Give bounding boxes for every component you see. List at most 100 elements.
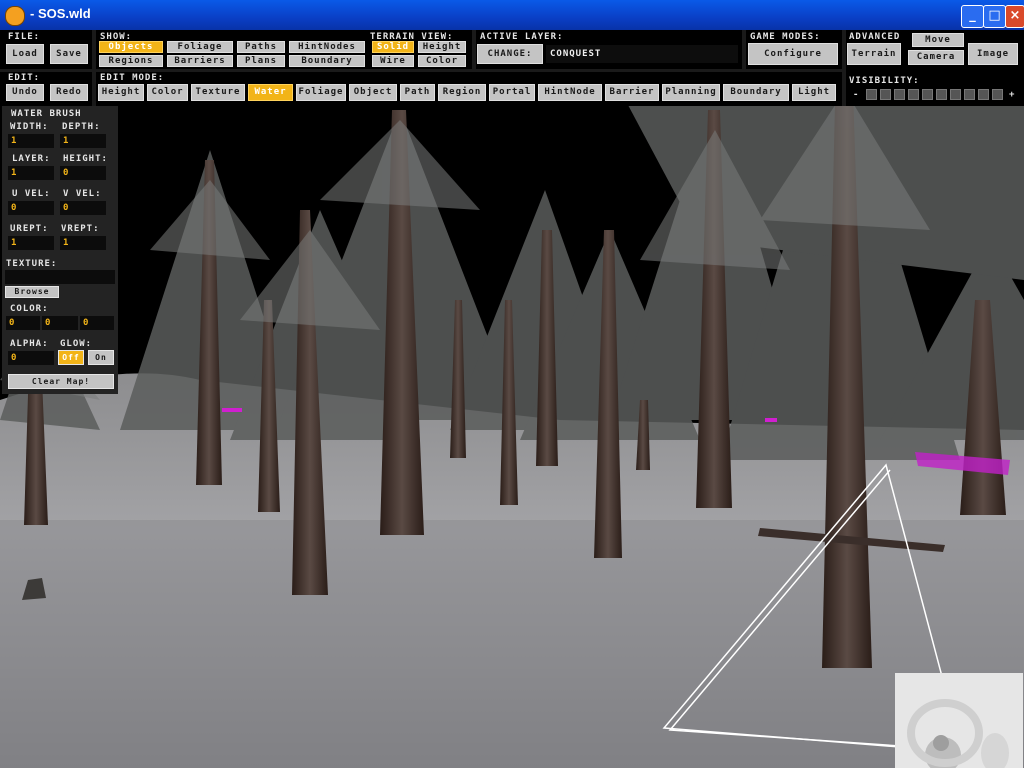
- minimap[interactable]: [895, 673, 1023, 768]
- u-vel-field[interactable]: 0: [8, 201, 54, 215]
- show-barriers[interactable]: Barriers: [167, 55, 233, 67]
- color-red-field[interactable]: 0: [6, 316, 40, 330]
- alpha-label: ALPHA:: [10, 339, 49, 349]
- v-rept-field[interactable]: 1: [60, 236, 106, 250]
- v-vel-field[interactable]: 0: [60, 201, 106, 215]
- camera-button[interactable]: Camera: [908, 50, 964, 65]
- visibility-level-3[interactable]: [894, 89, 905, 100]
- minimize-button[interactable]: _: [961, 5, 984, 28]
- water-brush-panel: WATER BRUSH WIDTH: DEPTH: 1 1 LAYER: HEI…: [2, 106, 118, 394]
- file-label: FILE:: [8, 32, 41, 42]
- move-button[interactable]: Move: [912, 33, 964, 47]
- visibility-label: VISIBILITY:: [849, 76, 920, 86]
- visibility-level-2[interactable]: [880, 89, 891, 100]
- edit-mode-water[interactable]: Water: [248, 84, 293, 101]
- layer-field[interactable]: 1: [8, 166, 54, 180]
- terrain-view-color[interactable]: Color: [418, 55, 466, 67]
- show-objects[interactable]: Objects: [99, 41, 163, 53]
- show-paths[interactable]: Paths: [237, 41, 285, 53]
- color-label: COLOR:: [10, 304, 49, 314]
- forest-scene: [0, 30, 1024, 768]
- save-button[interactable]: Save: [50, 44, 88, 64]
- minimap-terrain: [907, 699, 1009, 768]
- brush-title: WATER BRUSH: [11, 109, 82, 119]
- v-vel-label: V VEL:: [63, 189, 102, 199]
- glow-label: GLOW:: [60, 339, 93, 349]
- close-button[interactable]: ×: [1005, 5, 1024, 28]
- texture-field[interactable]: [5, 270, 115, 284]
- color-green-field[interactable]: 0: [42, 316, 78, 330]
- visibility-minus[interactable]: -: [853, 90, 859, 100]
- layer-label: LAYER:: [12, 154, 51, 164]
- toolbar-separator: [472, 30, 476, 70]
- u-rept-field[interactable]: 1: [8, 236, 54, 250]
- depth-field[interactable]: 1: [60, 134, 106, 148]
- edit-mode-object[interactable]: Object: [349, 84, 397, 101]
- edit-mode-label: EDIT MODE:: [100, 73, 165, 83]
- terrain-button[interactable]: Terrain: [847, 43, 901, 65]
- clear-map-button[interactable]: Clear Map!: [8, 374, 114, 389]
- terrain-view-solid[interactable]: Solid: [372, 41, 414, 53]
- terrain-view-wire[interactable]: Wire: [372, 55, 414, 67]
- game-modes-label: GAME MODES:: [750, 32, 821, 42]
- height-label: HEIGHT:: [63, 154, 108, 164]
- toolbar-separator: [92, 30, 96, 106]
- edit-mode-planning[interactable]: Planning: [662, 84, 720, 101]
- show-foliage[interactable]: Foliage: [167, 41, 233, 53]
- glow-off-toggle[interactable]: Off: [58, 350, 84, 365]
- visibility-level-6[interactable]: [936, 89, 947, 100]
- window-title: - SOS.wld: [30, 6, 91, 21]
- show-plans[interactable]: Plans: [237, 55, 285, 67]
- v-rept-label: VREPT:: [61, 224, 100, 234]
- visibility-level-4[interactable]: [908, 89, 919, 100]
- edit-mode-path[interactable]: Path: [400, 84, 435, 101]
- show-hintnodes[interactable]: HintNodes: [289, 41, 365, 53]
- terrain-view-height[interactable]: Height: [418, 41, 466, 53]
- undo-button[interactable]: Undo: [6, 84, 44, 101]
- toolbar-separator: [742, 30, 746, 70]
- active-layer-field[interactable]: CONQUEST: [546, 45, 738, 63]
- height-field[interactable]: 0: [60, 166, 106, 180]
- visibility-level-8[interactable]: [964, 89, 975, 100]
- app-icon: [5, 6, 25, 26]
- edit-mode-region[interactable]: Region: [438, 84, 486, 101]
- edit-mode-hintnode[interactable]: HintNode: [538, 84, 602, 101]
- depth-label: DEPTH:: [62, 122, 101, 132]
- texture-label: TEXTURE:: [6, 259, 58, 269]
- viewport-3d[interactable]: [0, 30, 1024, 768]
- maximize-button[interactable]: □: [983, 5, 1006, 28]
- visibility-level-9[interactable]: [978, 89, 989, 100]
- visibility-level-5[interactable]: [922, 89, 933, 100]
- image-button[interactable]: Image: [968, 43, 1018, 65]
- show-regions[interactable]: Regions: [99, 55, 163, 67]
- load-button[interactable]: Load: [6, 44, 44, 64]
- redo-button[interactable]: Redo: [50, 84, 88, 101]
- u-vel-label: U VEL:: [12, 189, 51, 199]
- active-layer-label: ACTIVE LAYER:: [480, 32, 564, 42]
- edit-mode-texture[interactable]: Texture: [191, 84, 245, 101]
- glow-on-toggle[interactable]: On: [88, 350, 114, 365]
- visibility-level-7[interactable]: [950, 89, 961, 100]
- alpha-field[interactable]: 0: [8, 351, 54, 365]
- edit-mode-light[interactable]: Light: [792, 84, 836, 101]
- edit-mode-portal[interactable]: Portal: [489, 84, 535, 101]
- u-rept-label: UREPT:: [10, 224, 49, 234]
- visibility-plus[interactable]: +: [1009, 90, 1015, 100]
- edit-mode-height[interactable]: Height: [98, 84, 144, 101]
- edit-mode-boundary[interactable]: Boundary: [723, 84, 789, 101]
- edit-mode-barrier[interactable]: Barrier: [605, 84, 659, 101]
- visibility-level-1[interactable]: [866, 89, 877, 100]
- width-field[interactable]: 1: [8, 134, 54, 148]
- configure-button[interactable]: Configure: [748, 43, 838, 65]
- edit-mode-color[interactable]: Color: [147, 84, 188, 101]
- change-layer-button[interactable]: CHANGE:: [477, 44, 543, 64]
- color-blue-field[interactable]: 0: [80, 316, 114, 330]
- width-label: WIDTH:: [10, 122, 49, 132]
- show-boundary[interactable]: Boundary: [289, 55, 365, 67]
- advanced-label: ADVANCED: [849, 32, 901, 42]
- edit-label: EDIT:: [8, 73, 41, 83]
- visibility-level-10[interactable]: [992, 89, 1003, 100]
- browse-button[interactable]: Browse: [5, 286, 59, 298]
- title-bar: - SOS.wld _ □ ×: [0, 0, 1024, 30]
- edit-mode-foliage[interactable]: Foliage: [296, 84, 346, 101]
